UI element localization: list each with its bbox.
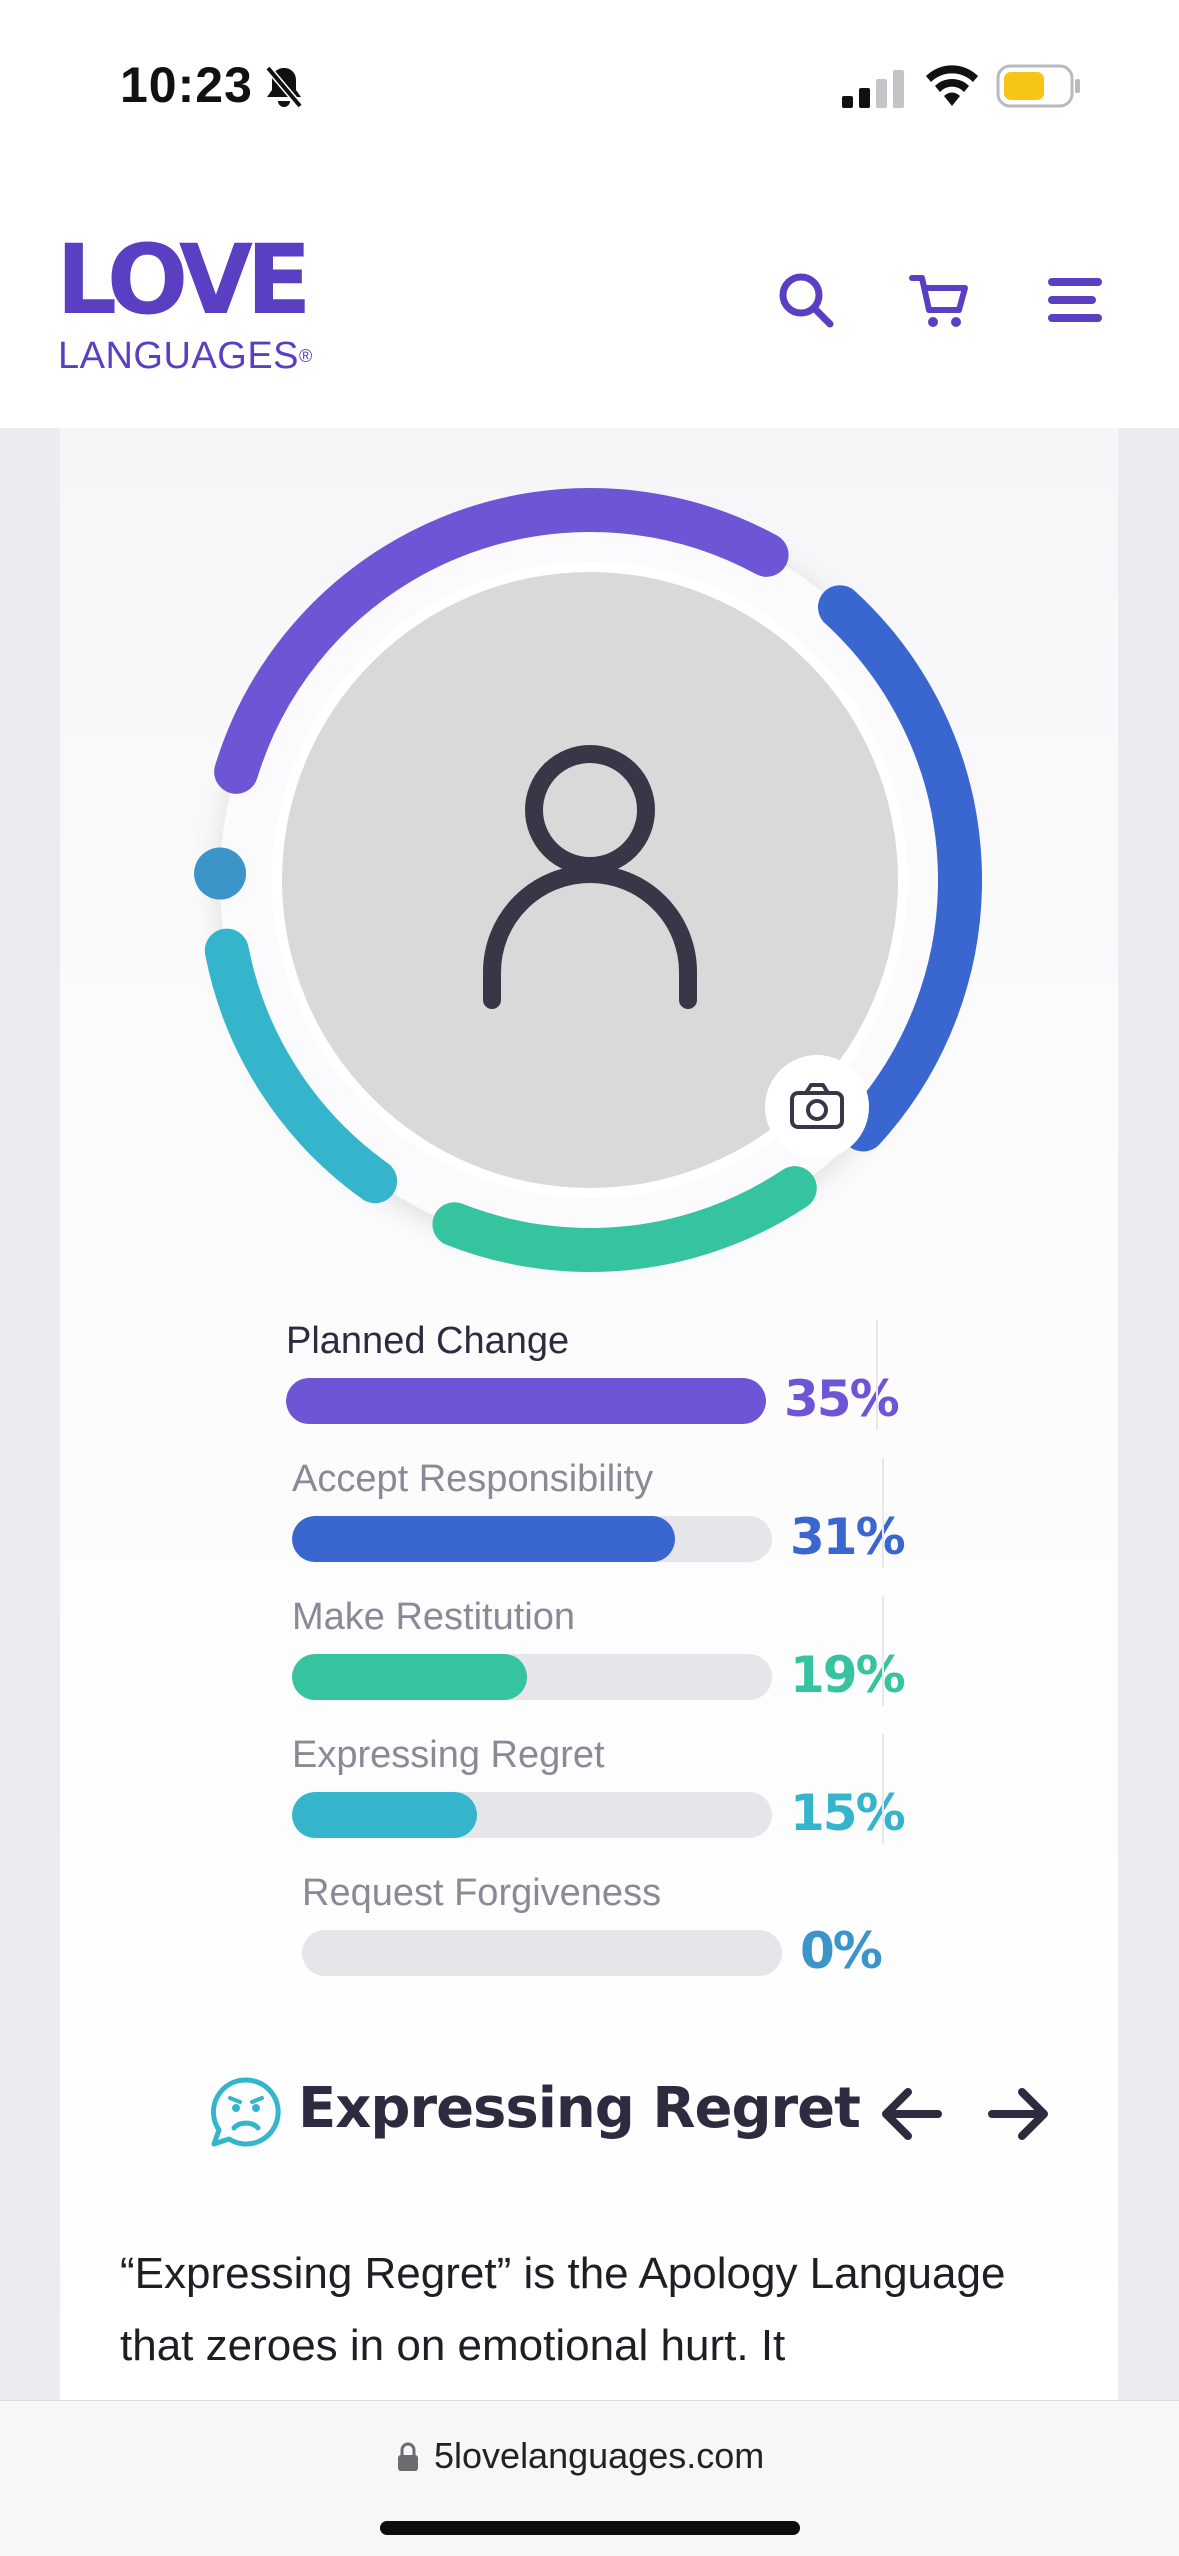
results-ring-chart xyxy=(194,488,982,1272)
wifi-icon xyxy=(926,65,978,106)
camera-icon[interactable] xyxy=(765,1055,869,1159)
sad-face-bubble-icon xyxy=(210,2077,281,2147)
result-label: Accept Responsibility xyxy=(292,1458,654,1500)
lock-icon xyxy=(398,2442,418,2471)
result-label: Make Restitution xyxy=(292,1596,576,1638)
result-label: Request Forgiveness xyxy=(302,1872,662,1914)
site-header: LOVE LANGUAGES® xyxy=(0,170,1179,428)
result-percent: 35% xyxy=(784,1370,900,1428)
result-bar-track xyxy=(292,1516,772,1562)
silent-bell-icon xyxy=(265,65,303,109)
search-icon[interactable] xyxy=(774,268,838,332)
logo-languages-text: LANGUAGES® xyxy=(58,336,313,376)
ring-dot xyxy=(194,847,247,900)
result-bar-track xyxy=(286,1378,766,1424)
logo-love-text: LOVE xyxy=(56,224,312,336)
menu-icon[interactable] xyxy=(1044,268,1108,332)
arrow-right-icon[interactable] xyxy=(984,2082,1054,2146)
url-text: 5lovelanguages.com xyxy=(434,2435,765,2476)
result-divider xyxy=(882,1458,884,1568)
result-bar-track xyxy=(292,1654,772,1700)
result-label: Expressing Regret xyxy=(292,1734,605,1776)
logo-languages-word: LANGUAGES xyxy=(58,335,300,377)
registered-mark: ® xyxy=(299,346,313,366)
result-percent: 19% xyxy=(790,1646,906,1704)
section-title: Expressing Regret xyxy=(298,2076,861,2141)
result-bar-fill xyxy=(292,1516,675,1562)
result-percent: 31% xyxy=(790,1508,906,1566)
result-divider xyxy=(882,1596,884,1706)
cart-icon[interactable] xyxy=(908,268,972,332)
result-divider xyxy=(876,1320,878,1430)
result-label: Planned Change xyxy=(286,1320,570,1362)
home-indicator[interactable] xyxy=(380,2521,800,2535)
status-bar: 10:23 xyxy=(0,0,1179,170)
section-header: Expressing Regret xyxy=(0,2070,1179,2160)
browser-url-bar[interactable]: 5lovelanguages.com xyxy=(0,2400,1179,2556)
result-bar-fill xyxy=(286,1378,766,1424)
result-bar-track xyxy=(292,1792,772,1838)
signal-icon xyxy=(842,70,904,108)
result-percent: 0% xyxy=(800,1922,883,1980)
arrow-left-icon[interactable] xyxy=(876,2082,946,2146)
result-percent: 15% xyxy=(790,1784,906,1842)
result-bar-fill xyxy=(292,1792,478,1838)
battery-icon xyxy=(996,64,1080,108)
status-time: 10:23 xyxy=(120,57,253,113)
result-bar-fill xyxy=(292,1654,527,1700)
love-languages-logo[interactable]: LOVE LANGUAGES® xyxy=(56,232,316,382)
result-bar-track xyxy=(302,1930,782,1976)
result-divider xyxy=(882,1734,884,1844)
section-description: “Expressing Regret” is the Apology Langu… xyxy=(120,2249,1006,2370)
